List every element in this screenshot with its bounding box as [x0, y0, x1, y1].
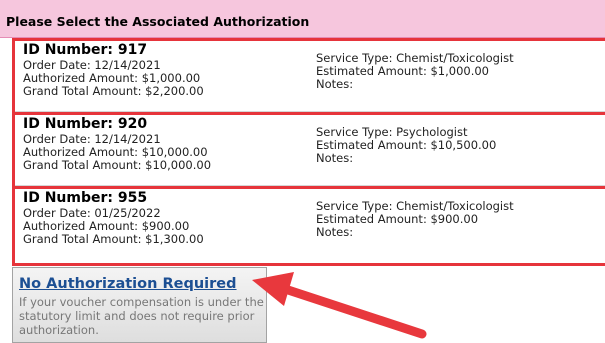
authorization-row-955[interactable]: ID Number: 955 Order Date: 01/25/2022 Au…	[15, 189, 605, 260]
dialog-header: Please Select the Associated Authorizati…	[0, 0, 605, 38]
no-authorization-required-link[interactable]: No Authorization Required	[19, 276, 237, 293]
no-authorization-option: No Authorization Required If your vouche…	[12, 267, 267, 343]
authorization-row-917[interactable]: ID Number: 917 Order Date: 12/14/2021 Au…	[15, 41, 605, 112]
authorization-id: ID Number: 955	[23, 190, 148, 206]
dialog-title: Please Select the Associated Authorizati…	[6, 14, 310, 29]
authorization-id: ID Number: 917	[23, 42, 148, 58]
grand-total-amount: Grand Total Amount: $2,200.00	[23, 84, 204, 98]
grand-total-amount: Grand Total Amount: $1,300.00	[23, 232, 204, 246]
notes: Notes:	[316, 151, 354, 165]
notes: Notes:	[316, 225, 354, 239]
notes: Notes:	[316, 77, 354, 91]
grand-total-amount: Grand Total Amount: $10,000.00	[23, 158, 212, 172]
red-arrow-icon	[252, 272, 427, 339]
authorization-list: ID Number: 917 Order Date: 12/14/2021 Au…	[12, 38, 605, 266]
authorization-id: ID Number: 920	[23, 116, 148, 132]
authorization-row-920[interactable]: ID Number: 920 Order Date: 12/14/2021 Au…	[15, 115, 605, 186]
no-authorization-description: If your voucher compensation is under th…	[19, 295, 264, 337]
